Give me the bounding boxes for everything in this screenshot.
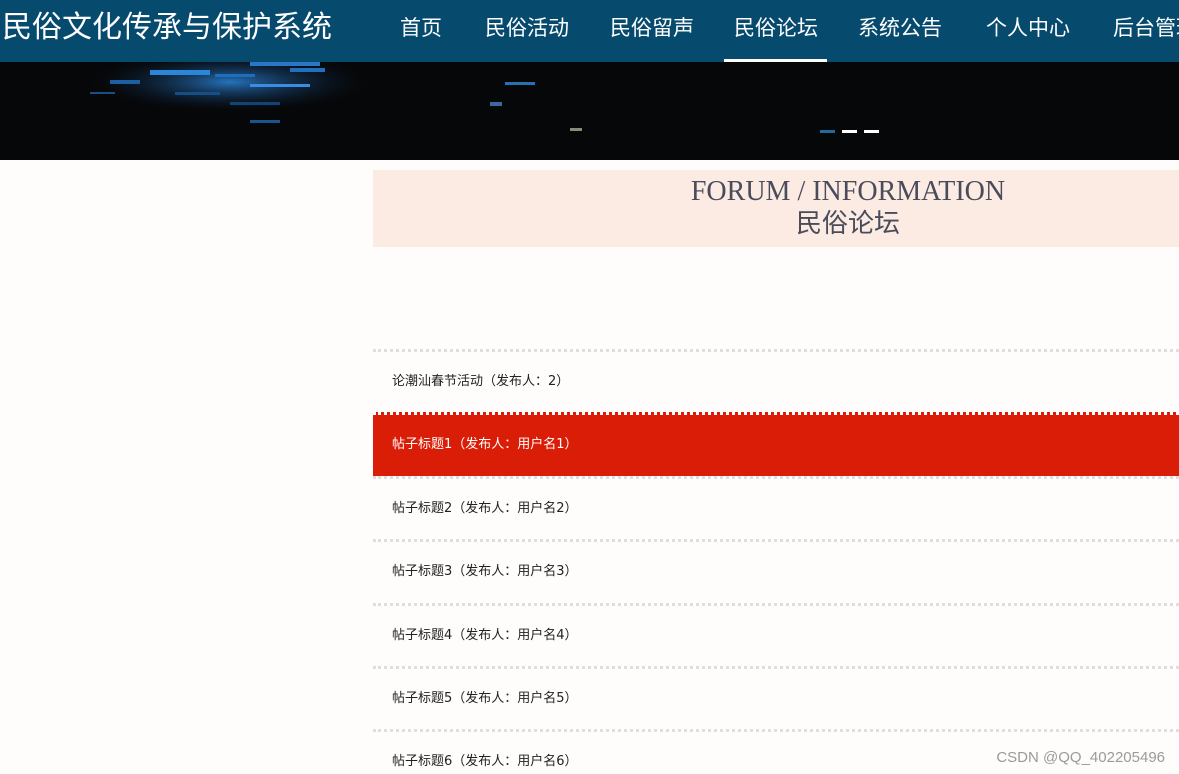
banner-dot-2[interactable]: [842, 130, 857, 133]
section-title-cn: 民俗论坛: [795, 209, 900, 239]
nav-item-folk-forum[interactable]: 民俗论坛: [724, 0, 827, 62]
nav-item-announcements[interactable]: 系统公告: [858, 0, 942, 62]
forum-post-row[interactable]: 帖子标题4（发布人：用户名4）: [373, 602, 1179, 666]
section-title-en: FORUM / INFORMATION: [690, 176, 1006, 207]
forum-post-row[interactable]: 帖子标题2（发布人：用户名2）: [373, 475, 1179, 539]
banner-dot-1[interactable]: [820, 130, 835, 133]
page: 民俗文化传承与保护系统 首页 民俗活动 民俗留声 民俗论坛 系统公告 个人中心 …: [0, 0, 1179, 774]
forum-post-title[interactable]: 论潮汕春节活动（发布人：2）: [392, 352, 569, 412]
hero-banner[interactable]: [0, 62, 1179, 160]
forum-post-title[interactable]: 帖子标题3（发布人：用户名3）: [392, 542, 578, 602]
forum-post-row[interactable]: 帖子标题3（发布人：用户名3）: [373, 539, 1179, 602]
forum-post-title[interactable]: 帖子标题1（发布人：用户名1）: [392, 415, 578, 475]
forum-post-row-highlighted[interactable]: 帖子标题1（发布人：用户名1）: [373, 412, 1179, 480]
section-heading: FORUM / INFORMATION 民俗论坛: [373, 170, 1179, 247]
forum-post-title[interactable]: 帖子标题5（发布人：用户名5）: [392, 669, 578, 729]
forum-post-row[interactable]: 帖子标题5（发布人：用户名5）: [373, 665, 1179, 729]
forum-post-title[interactable]: 帖子标题2（发布人：用户名2）: [392, 479, 578, 539]
nav-item-home[interactable]: 首页: [400, 0, 442, 62]
forum-post-title[interactable]: 帖子标题6（发布人：用户名6）: [392, 732, 578, 774]
nav-item-user-center[interactable]: 个人中心: [986, 0, 1070, 62]
forum-post-list: 论潮汕春节活动（发布人：2） 帖子标题1（发布人：用户名1） 帖子标题2（发布人…: [373, 349, 1179, 774]
nav-item-folk-voices[interactable]: 民俗留声: [610, 0, 694, 62]
top-header: 民俗文化传承与保护系统 首页 民俗活动 民俗留声 民俗论坛 系统公告 个人中心 …: [0, 0, 1179, 62]
banner-image: [0, 62, 1179, 160]
banner-dot-3[interactable]: [864, 130, 879, 133]
site-title[interactable]: 民俗文化传承与保护系统: [2, 8, 332, 48]
forum-post-title[interactable]: 帖子标题4（发布人：用户名4）: [392, 606, 578, 666]
watermark-text: CSDN @QQ_402205496: [996, 749, 1165, 766]
nav-item-folk-activities[interactable]: 民俗活动: [485, 0, 569, 62]
forum-post-row[interactable]: 论潮汕春节活动（发布人：2）: [373, 349, 1179, 412]
nav-item-admin[interactable]: 后台管理: [1113, 0, 1179, 62]
